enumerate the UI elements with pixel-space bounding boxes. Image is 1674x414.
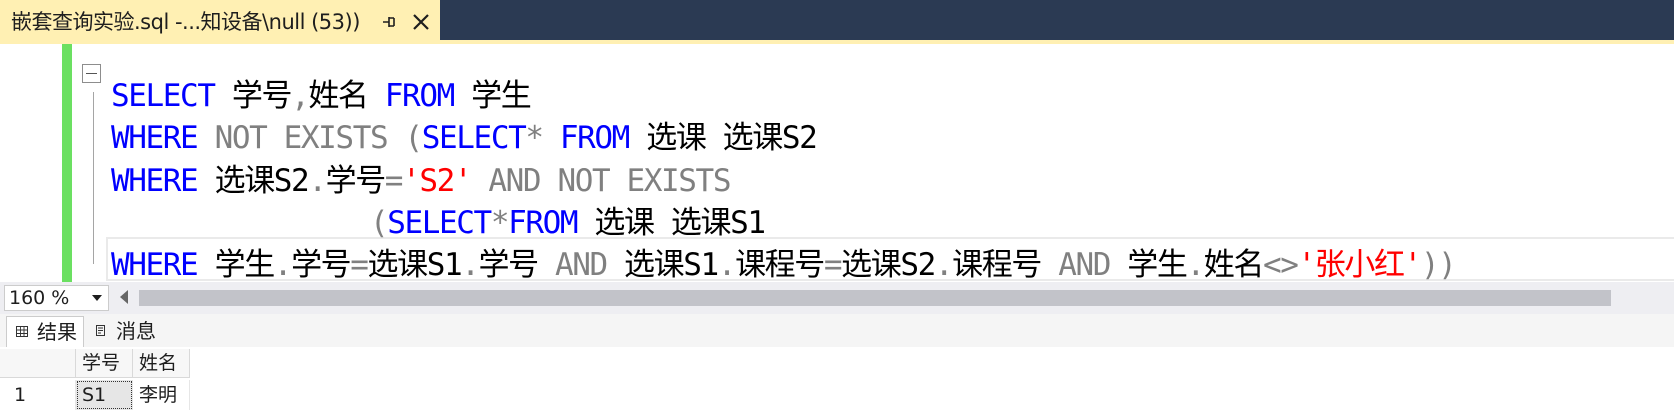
column-header[interactable]: 学号 [76, 349, 133, 378]
message-icon [96, 325, 105, 336]
row-number[interactable]: 1 [8, 380, 76, 410]
table-cell[interactable]: 李明 [133, 380, 190, 410]
code-token: 选课S2 [841, 247, 936, 283]
editor-status-bar: 160 % [0, 282, 1674, 314]
chevron-down-icon[interactable] [92, 295, 102, 301]
code-token: 姓名 [1203, 247, 1265, 283]
code-token: 学号 [214, 78, 293, 114]
outline-guide [93, 92, 94, 264]
code-token: ( [111, 205, 389, 241]
tab-messages[interactable]: 消息 [86, 316, 164, 347]
code-token: SELECT [421, 120, 527, 156]
horizontal-scrollbar-thumb[interactable] [139, 290, 1611, 306]
code-token: . [461, 247, 480, 283]
code-token: FROM [508, 205, 578, 241]
code-token: AND [555, 247, 608, 283]
code-line[interactable]: WHERE NOT EXISTS (SELECT* FROM 选课 选课S2 [111, 116, 818, 160]
code-token: * [525, 120, 560, 156]
code-token: 选课S2 [197, 163, 310, 199]
results-grid[interactable]: 学号 姓名 1 S1 李明 [0, 347, 1674, 414]
corner-cell[interactable] [0, 349, 76, 378]
code-token: 学号 [325, 163, 387, 199]
document-tab-title: 嵌套查询实验.sql -...知设备\null (53)) [11, 10, 360, 34]
code-token: 学号 [291, 247, 352, 283]
code-token: 学号 [478, 247, 555, 283]
code-token: = [823, 247, 843, 283]
document-tab-strip: 嵌套查询实验.sql -...知设备\null (53)) [0, 0, 1674, 42]
code-line[interactable]: (SELECT*FROM 选课 选课S1 [111, 201, 766, 245]
close-icon[interactable] [411, 12, 431, 32]
code-line[interactable]: WHERE 学生.学号=选课S1.学号 AND 选课S1.课程号=选课S2.课程… [111, 243, 1457, 287]
code-token: * [490, 205, 510, 241]
code-line[interactable]: SELECT 学号,姓名 FROM 学生 [111, 74, 532, 118]
zoom-dropdown[interactable]: 160 % [4, 285, 109, 311]
code-token: . [273, 247, 293, 283]
code-token: 学生 [197, 247, 276, 283]
code-token: 姓名 [308, 78, 385, 114]
pin-icon[interactable] [381, 13, 399, 31]
editor-margin [0, 44, 60, 282]
tab-results-label: 结果 [37, 320, 77, 344]
grid-icon [16, 326, 28, 337]
change-indicator-bar [62, 44, 72, 282]
tab-messages-label: 消息 [116, 319, 156, 343]
code-token: 'S2' [402, 163, 472, 199]
code-token: <> [1262, 247, 1299, 283]
code-token: 课程号 [952, 247, 1059, 283]
tab-results[interactable]: 结果 [6, 316, 84, 347]
scroll-left-icon[interactable] [120, 290, 128, 304]
code-token: SELECT [111, 78, 216, 114]
code-token: WHERE [111, 120, 199, 156]
code-token: WHERE [111, 163, 199, 199]
code-token: . [1186, 247, 1205, 283]
code-token: = [384, 163, 404, 199]
code-token: 选课S1 [606, 247, 719, 283]
code-token: 选课 选课S2 [628, 120, 818, 156]
code-token: AND NOT EXISTS [471, 163, 731, 199]
code-token: . [308, 163, 327, 199]
code-token: FROM [384, 78, 455, 114]
zoom-value: 160 % [9, 287, 70, 309]
code-token: )) [1420, 247, 1457, 283]
table-cell[interactable]: S1 [76, 380, 133, 410]
document-tab[interactable]: 嵌套查询实验.sql -...知设备\null (53)) [0, 0, 440, 42]
code-token: 选课S1 [367, 247, 463, 283]
code-token: '张小红' [1297, 247, 1422, 283]
code-token: 学生 [1110, 247, 1188, 283]
sql-editor[interactable]: SELECT 学号,姓名 FROM 学生 WHERE NOT EXISTS (SE… [0, 44, 1674, 283]
code-token: AND [1058, 247, 1111, 283]
code-token: 学生 [453, 78, 532, 114]
code-token: NOT EXISTS ( [197, 120, 424, 156]
code-token: WHERE [111, 247, 199, 283]
column-header[interactable]: 姓名 [133, 349, 190, 378]
code-line[interactable]: WHERE 选课S2.学号='S2' AND NOT EXISTS [111, 159, 731, 203]
results-panel: 结果 消息 学号 姓名 1 S1 李明 [0, 314, 1674, 414]
code-token: . [717, 247, 737, 283]
code-token: , [291, 78, 310, 114]
code-token: 课程号 [735, 247, 825, 283]
code-token: SELECT [387, 205, 492, 241]
results-tabs: 结果 消息 [0, 314, 1674, 347]
code-token: = [350, 247, 369, 283]
code-token: FROM [559, 120, 630, 156]
code-token: . [934, 247, 954, 283]
code-token: 选课 选课S1 [577, 205, 766, 241]
collapse-icon[interactable] [82, 64, 101, 83]
